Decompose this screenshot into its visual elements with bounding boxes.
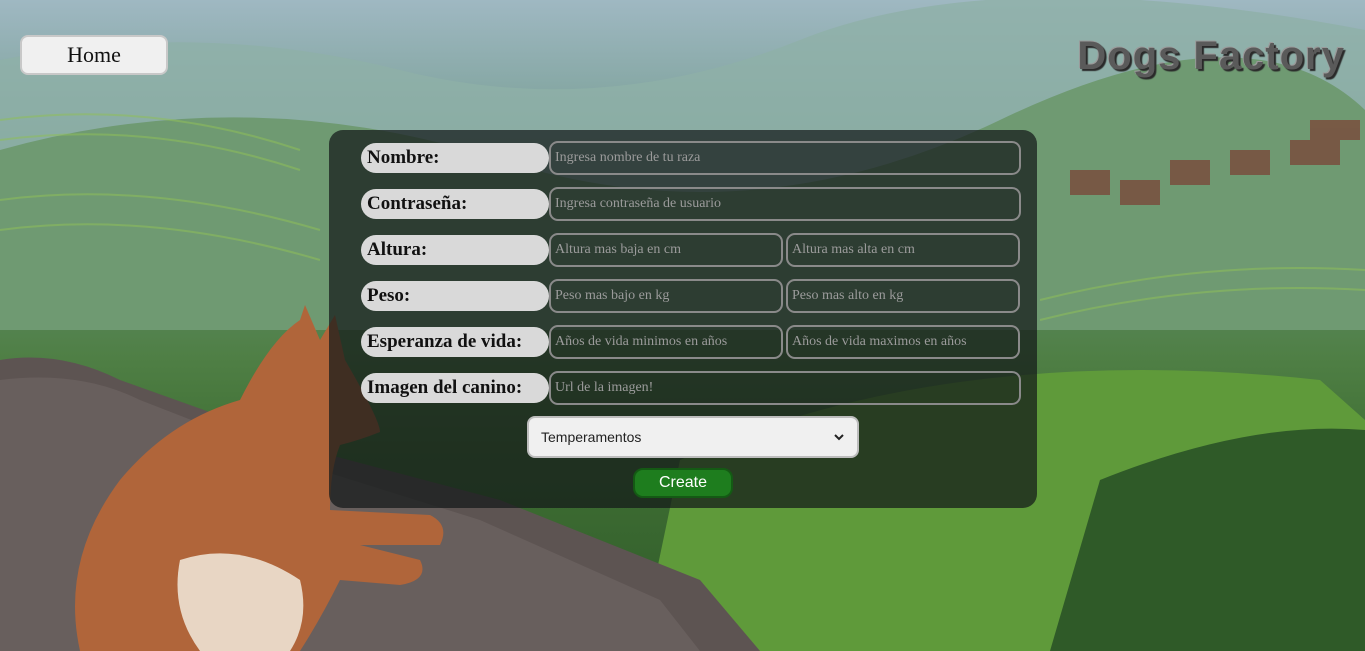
altura-max-input[interactable] <box>786 233 1020 267</box>
peso-max-input[interactable] <box>786 279 1020 313</box>
vida-row: Esperanza de vida: <box>361 325 1020 359</box>
create-breed-form: Nombre: Contraseña: Altura: Peso: Espera… <box>329 130 1037 508</box>
peso-label: Peso: <box>361 281 549 311</box>
temperamentos-select[interactable]: Temperamentos <box>527 416 859 458</box>
altura-row: Altura: <box>361 233 1020 267</box>
imagen-label: Imagen del canino: <box>361 373 549 403</box>
peso-row: Peso: <box>361 279 1020 313</box>
contrasena-label: Contraseña: <box>361 189 549 219</box>
altura-min-input[interactable] <box>549 233 783 267</box>
nombre-row: Nombre: <box>361 141 1021 175</box>
create-button[interactable]: Create <box>633 468 733 498</box>
imagen-row: Imagen del canino: <box>361 371 1021 405</box>
peso-min-input[interactable] <box>549 279 783 313</box>
imagen-input[interactable] <box>549 371 1021 405</box>
vida-max-input[interactable] <box>786 325 1020 359</box>
brand-title: Dogs Factory <box>1077 34 1345 78</box>
vida-min-input[interactable] <box>549 325 783 359</box>
altura-label: Altura: <box>361 235 549 265</box>
contrasena-row: Contraseña: <box>361 187 1021 221</box>
nombre-input[interactable] <box>549 141 1021 175</box>
contrasena-input[interactable] <box>549 187 1021 221</box>
vida-label: Esperanza de vida: <box>361 327 549 357</box>
home-button[interactable]: Home <box>20 35 168 75</box>
nombre-label: Nombre: <box>361 143 549 173</box>
chevron-down-icon <box>834 434 844 441</box>
temperamentos-selected: Temperamentos <box>541 429 642 445</box>
